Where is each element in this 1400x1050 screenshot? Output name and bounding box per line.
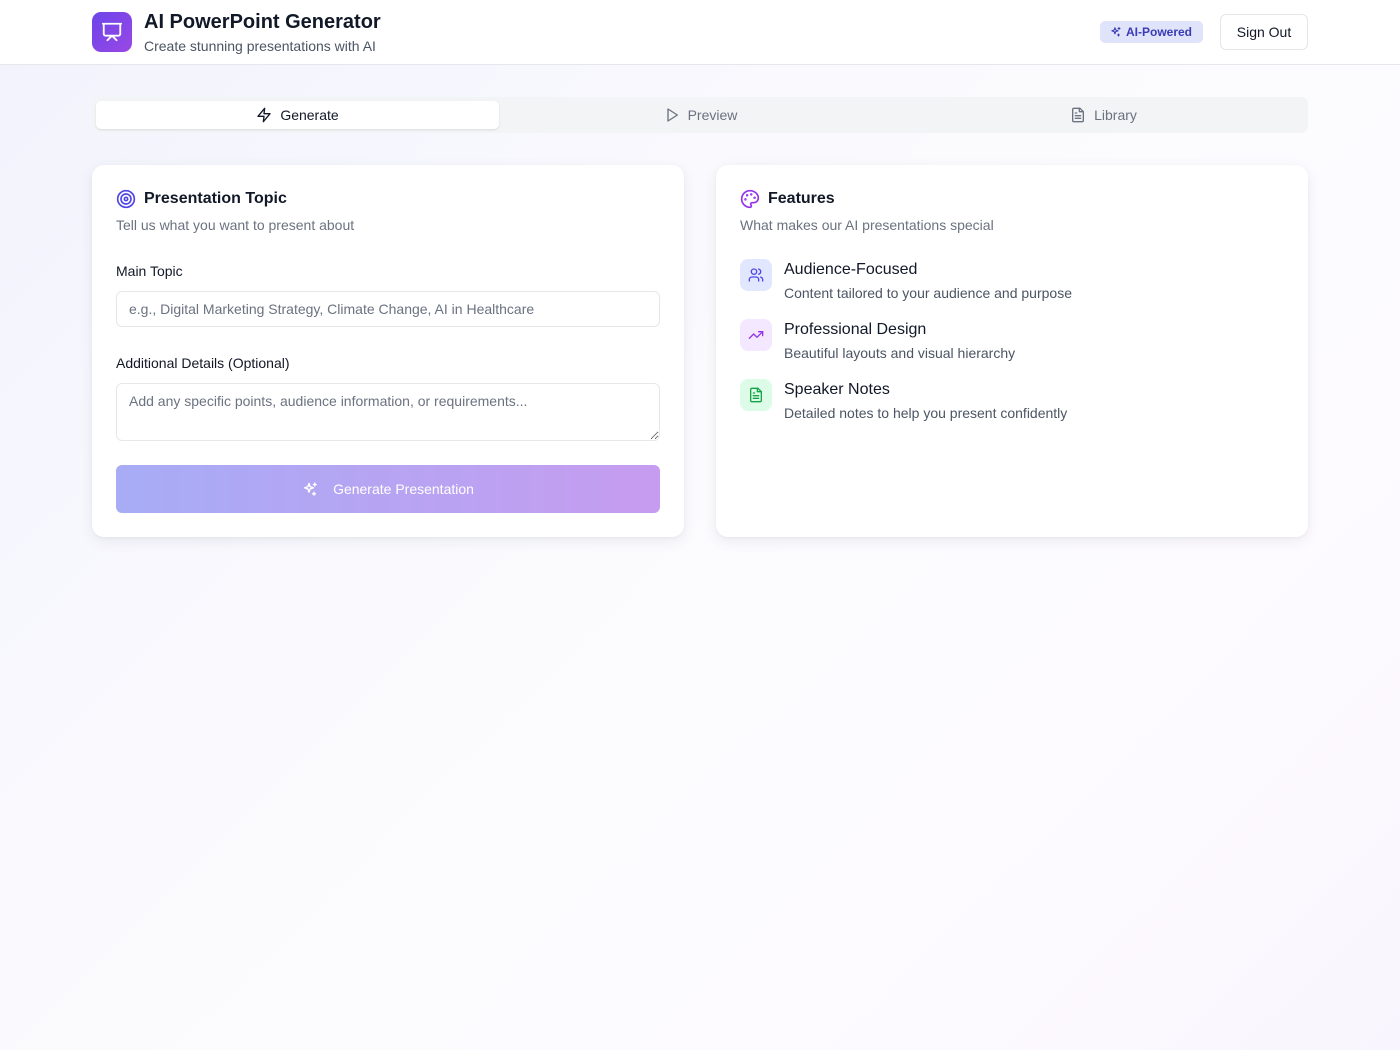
- ai-powered-badge: AI-Powered: [1100, 21, 1204, 43]
- play-icon: [664, 107, 680, 123]
- card-description: Tell us what you want to present about: [116, 217, 355, 233]
- generate-presentation-button[interactable]: Generate Presentation: [116, 465, 660, 513]
- sign-out-button[interactable]: Sign Out: [1220, 14, 1308, 50]
- card-title-text: Presentation Topic: [144, 190, 287, 207]
- feature-item-professional-design: Professional Design Beautiful layouts an…: [740, 319, 1280, 367]
- tab-preview[interactable]: Preview: [499, 101, 902, 129]
- feature-description: Detailed notes to help you present confi…: [784, 405, 1068, 421]
- users-icon: [740, 259, 772, 291]
- tab-list: Generate Preview Library: [92, 97, 1308, 133]
- presentation-topic-card: Presentation Topic Tell us what you want…: [92, 165, 684, 537]
- app-header: AI PowerPoint Generator Create stunning …: [0, 0, 1400, 65]
- card-title-text: Features: [768, 190, 835, 207]
- sparkles-icon: [1110, 26, 1122, 38]
- main-topic-input[interactable]: [116, 291, 660, 327]
- additional-details-label: Additional Details (Optional): [116, 355, 290, 371]
- target-icon: [116, 189, 136, 209]
- presentation-icon: [92, 12, 132, 52]
- palette-icon: [740, 189, 760, 209]
- card-title: Presentation Topic: [116, 189, 287, 209]
- app-title: AI PowerPoint Generator: [144, 11, 381, 33]
- card-title: Features: [740, 189, 835, 209]
- feature-item-audience-focused: Audience-Focused Content tailored to you…: [740, 259, 1280, 307]
- features-card: Features What makes our AI presentations…: [716, 165, 1308, 537]
- tab-library[interactable]: Library: [902, 101, 1305, 129]
- generate-button-label: Generate Presentation: [333, 481, 474, 497]
- tab-label: Preview: [687, 107, 738, 123]
- feature-title: Speaker Notes: [784, 381, 890, 398]
- file-text-icon: [1070, 107, 1086, 123]
- feature-title: Professional Design: [784, 321, 927, 338]
- tab-label: Generate: [280, 107, 339, 123]
- app-subtitle: Create stunning presentations with AI: [144, 38, 376, 54]
- trending-up-icon: [740, 319, 772, 351]
- zap-icon: [256, 107, 272, 123]
- feature-title: Audience-Focused: [784, 261, 918, 278]
- card-description: What makes our AI presentations special: [740, 217, 994, 233]
- tab-label: Library: [1094, 107, 1137, 123]
- main-topic-label: Main Topic: [116, 263, 183, 279]
- additional-details-textarea[interactable]: [116, 383, 660, 441]
- badge-label: AI-Powered: [1126, 25, 1193, 39]
- sparkles-icon: [302, 481, 319, 498]
- feature-item-speaker-notes: Speaker Notes Detailed notes to help you…: [740, 379, 1280, 427]
- feature-description: Beautiful layouts and visual hierarchy: [784, 345, 1016, 361]
- tab-generate[interactable]: Generate: [96, 101, 499, 129]
- file-text-icon: [740, 379, 772, 411]
- feature-description: Content tailored to your audience and pu…: [784, 285, 1072, 301]
